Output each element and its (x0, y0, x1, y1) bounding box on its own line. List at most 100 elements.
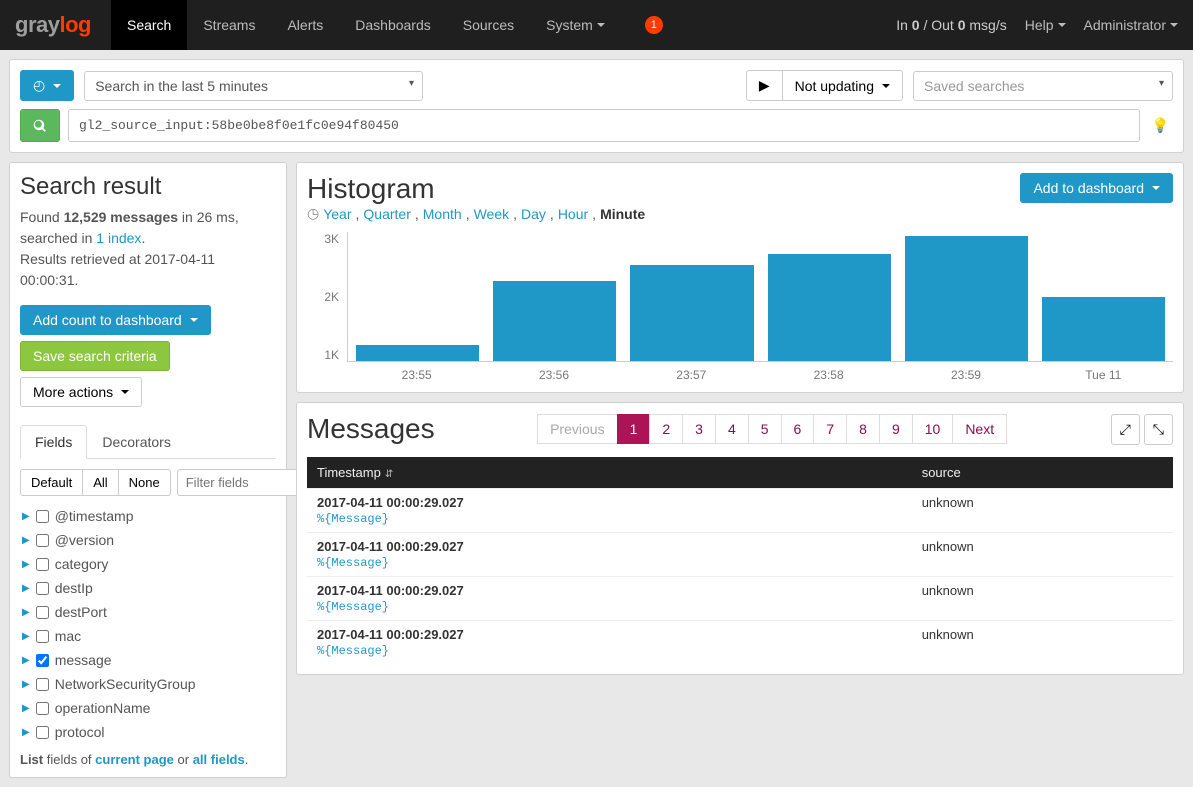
nav-item-search[interactable]: Search (111, 0, 187, 50)
interval-month[interactable]: Month (423, 206, 462, 222)
field-label[interactable]: mac (55, 628, 81, 644)
field-checkbox[interactable] (36, 558, 49, 571)
expand-field-icon[interactable]: ▶ (22, 727, 30, 738)
field-checkbox[interactable] (36, 534, 49, 547)
msg-link[interactable]: %{Message} (317, 644, 389, 658)
expand-field-icon[interactable]: ▶ (22, 607, 30, 618)
timerange-select[interactable]: Search in the last 5 minutes (84, 71, 423, 101)
field-checkbox[interactable] (36, 582, 49, 595)
tab-decorators[interactable]: Decorators (87, 425, 185, 458)
message-row[interactable]: 2017-04-11 00:00:29.027%{Message}unknown (307, 621, 1173, 665)
histogram-bar[interactable] (493, 281, 616, 361)
saved-searches-select[interactable]: Saved searches (913, 71, 1173, 101)
histogram-bar[interactable] (630, 265, 753, 361)
message-row[interactable]: 2017-04-11 00:00:29.027%{Message}unknown (307, 577, 1173, 621)
interval-minute[interactable]: Minute (600, 206, 645, 222)
interval-week[interactable]: Week (474, 206, 510, 222)
nav-item-sources[interactable]: Sources (447, 0, 530, 50)
query-help-button[interactable]: 💡 (1148, 109, 1173, 142)
field-label[interactable]: @timestamp (55, 508, 134, 524)
page-10[interactable]: 10 (912, 414, 954, 444)
add-to-dashboard-button[interactable]: Add to dashboard (1020, 173, 1173, 203)
tab-fields[interactable]: Fields (20, 425, 87, 459)
page-3[interactable]: 3 (682, 414, 716, 444)
add-count-button[interactable]: Add count to dashboard (20, 305, 211, 335)
field-checkbox[interactable] (36, 606, 49, 619)
field-checkbox[interactable] (36, 510, 49, 523)
page-6[interactable]: 6 (781, 414, 815, 444)
page-5[interactable]: 5 (748, 414, 782, 444)
chart-yaxis: 3K2K1K (307, 232, 347, 362)
fields-none-button[interactable]: None (119, 469, 171, 496)
user-menu[interactable]: Administrator (1084, 17, 1178, 33)
play-button[interactable]: ▶ (746, 70, 783, 101)
field-checkbox[interactable] (36, 726, 49, 739)
field-label[interactable]: @version (55, 532, 114, 548)
msg-link[interactable]: %{Message} (317, 600, 389, 614)
fields-default-button[interactable]: Default (20, 469, 83, 496)
expand-field-icon[interactable]: ▶ (22, 679, 30, 690)
nav-item-alerts[interactable]: Alerts (271, 0, 339, 50)
current-page-link[interactable]: current page (95, 752, 174, 767)
field-item: ▶ destIp (20, 576, 276, 600)
query-input[interactable] (68, 109, 1140, 142)
help-menu[interactable]: Help (1025, 17, 1066, 33)
field-label[interactable]: category (55, 556, 109, 572)
expand-field-icon[interactable]: ▶ (22, 511, 30, 522)
interval-year[interactable]: Year (323, 206, 351, 222)
expand-field-icon[interactable]: ▶ (22, 631, 30, 642)
field-checkbox[interactable] (36, 630, 49, 643)
page-1[interactable]: 1 (617, 414, 651, 444)
histogram-bar[interactable] (905, 236, 1028, 361)
field-checkbox[interactable] (36, 702, 49, 715)
field-list[interactable]: ▶ @timestamp ▶ @version ▶ category ▶ destIp ▶ des… (20, 504, 276, 744)
col-source[interactable]: source (912, 457, 1173, 489)
update-interval-button[interactable]: Not updating (783, 70, 903, 101)
time-config-button[interactable]: ◴ (20, 70, 74, 101)
histogram-bar[interactable] (1042, 297, 1165, 362)
expand-field-icon[interactable]: ▶ (22, 559, 30, 570)
expand-field-icon[interactable]: ▶ (22, 703, 30, 714)
save-search-button[interactable]: Save search criteria (20, 341, 170, 371)
field-label[interactable]: message (55, 652, 112, 668)
search-button[interactable] (20, 109, 60, 142)
histogram-bar[interactable] (356, 345, 479, 361)
page-4[interactable]: 4 (715, 414, 749, 444)
msg-link[interactable]: %{Message} (317, 556, 389, 570)
collapse-button[interactable]: ⤡ (1144, 414, 1173, 445)
expand-field-icon[interactable]: ▶ (22, 583, 30, 594)
more-actions-button[interactable]: More actions (20, 377, 142, 407)
field-checkbox[interactable] (36, 654, 49, 667)
histogram-bar[interactable] (768, 254, 891, 362)
nav-item-system[interactable]: System (530, 0, 621, 50)
notifications-badge[interactable]: 1 (621, 16, 679, 34)
nav-item-streams[interactable]: Streams (187, 0, 271, 50)
index-link[interactable]: 1 index (96, 230, 141, 246)
msg-link[interactable]: %{Message} (317, 512, 389, 526)
message-row[interactable]: 2017-04-11 00:00:29.027%{Message}unknown (307, 533, 1173, 577)
field-label[interactable]: operationName (55, 700, 151, 716)
page-2[interactable]: 2 (649, 414, 683, 444)
interval-day[interactable]: Day (521, 206, 546, 222)
field-item: ▶ @version (20, 528, 276, 552)
interval-quarter[interactable]: Quarter (363, 206, 410, 222)
expand-button[interactable]: ⤢ (1111, 414, 1140, 445)
field-label[interactable]: destIp (55, 580, 93, 596)
page-8[interactable]: 8 (846, 414, 880, 444)
field-label[interactable]: protocol (55, 724, 105, 740)
field-label[interactable]: NetworkSecurityGroup (55, 676, 196, 692)
expand-field-icon[interactable]: ▶ (22, 535, 30, 546)
message-row[interactable]: 2017-04-11 00:00:29.027%{Message}unknown (307, 489, 1173, 533)
fields-all-button[interactable]: All (83, 469, 118, 496)
page-7[interactable]: 7 (813, 414, 847, 444)
nav-item-dashboards[interactable]: Dashboards (339, 0, 447, 50)
page-next[interactable]: Next (952, 414, 1007, 444)
field-label[interactable]: destPort (55, 604, 107, 620)
expand-field-icon[interactable]: ▶ (22, 655, 30, 666)
interval-hour[interactable]: Hour (558, 206, 588, 222)
col-timestamp[interactable]: Timestamp⇵ (307, 457, 912, 489)
logo[interactable]: graylog (15, 12, 91, 38)
all-fields-link[interactable]: all fields (193, 752, 245, 767)
field-checkbox[interactable] (36, 678, 49, 691)
page-9[interactable]: 9 (879, 414, 913, 444)
